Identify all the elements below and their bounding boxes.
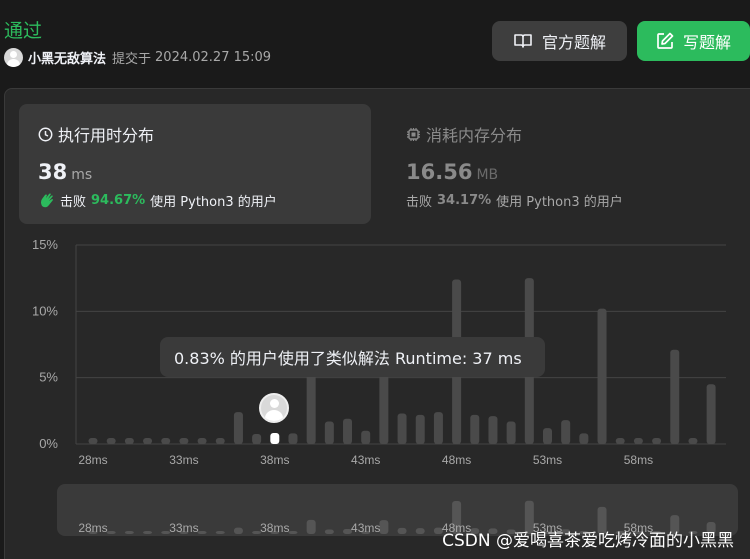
mini-bar: [379, 520, 389, 534]
mini-bar: [324, 529, 334, 534]
mini-bar: [106, 531, 116, 534]
mini-x-tick-label: 38ms: [260, 521, 289, 535]
mini-x-tick-label: 33ms: [169, 521, 198, 535]
mini-bar: [397, 527, 407, 534]
mini-x-tick-label: 43ms: [351, 521, 380, 535]
mini-bar: [288, 531, 298, 534]
mini-bar: [233, 527, 243, 534]
mini-bar: [143, 531, 153, 534]
mini-bar: [124, 531, 134, 534]
mini-bar: [306, 519, 316, 534]
csdn-watermark: CSDN @爱喝喜茶爱吃烤冷面的小黑黑: [442, 531, 734, 551]
mini-bar: [415, 528, 425, 534]
range-selector-chart[interactable]: 28ms 33ms 38ms 43ms 48ms 53ms 58ms: [0, 0, 750, 559]
mini-bar: [215, 531, 225, 534]
mini-x-tick-label: 28ms: [78, 521, 107, 535]
mini-bar: [197, 531, 207, 534]
